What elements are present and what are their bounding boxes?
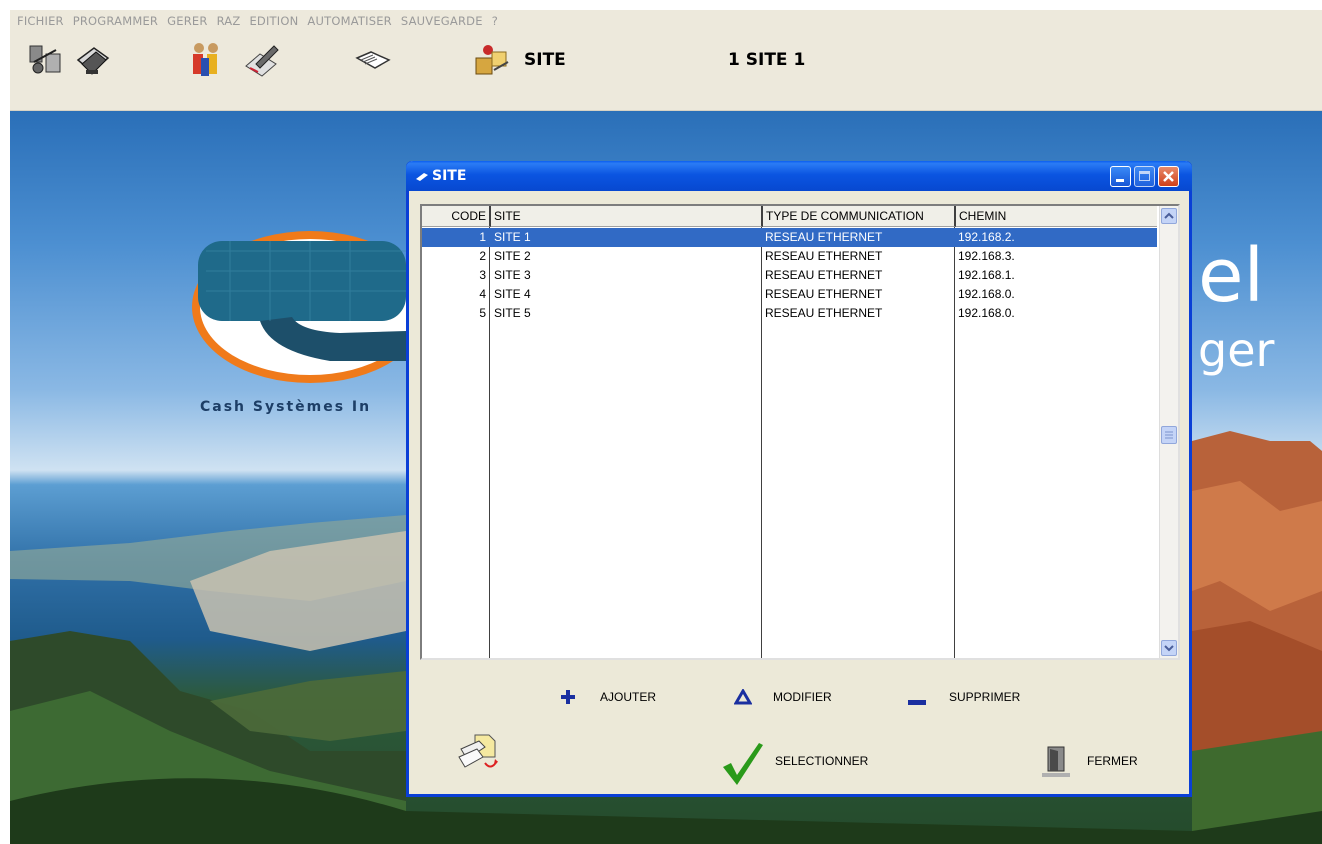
add-button[interactable]	[559, 688, 577, 711]
cell-type: RESEAU ETHERNET	[765, 230, 883, 244]
site-dialog: SITE CODE SITE TYPE DE COMMUNICATION CHE…	[406, 161, 1192, 797]
network-config-icon[interactable]	[26, 40, 66, 80]
menu-help[interactable]: ?	[492, 14, 498, 28]
chevron-up-icon	[1164, 212, 1174, 219]
book-icon[interactable]	[353, 40, 393, 80]
minimize-icon	[1116, 179, 1124, 182]
grip-icon	[1165, 431, 1173, 439]
scroll-up-button[interactable]	[1161, 208, 1177, 224]
column-header-site[interactable]: SITE	[491, 206, 763, 227]
cell-path: 192.168.1.	[958, 268, 1015, 282]
scroll-thumb[interactable]	[1161, 426, 1177, 444]
cell-code: 5	[479, 306, 486, 320]
modify-button[interactable]	[733, 688, 753, 710]
edit-pencil-icon[interactable]	[242, 40, 282, 80]
chevron-down-icon	[1164, 645, 1174, 652]
table-row[interactable]: 1 SITE 1 RESEAU ETHERNET 192.168.2.	[422, 228, 1157, 247]
cell-site: SITE 4	[494, 287, 531, 301]
toolbar-site-label[interactable]: SITE	[524, 50, 566, 70]
close-window-button[interactable]	[1158, 166, 1179, 187]
cell-path: 192.168.3.	[958, 249, 1015, 263]
select-label[interactable]: SELECTIONNER	[775, 754, 868, 768]
cell-path: 192.168.0.	[958, 306, 1015, 320]
add-label[interactable]: AJOUTER	[600, 690, 656, 704]
menu-fichier[interactable]: FICHIER	[17, 14, 64, 28]
dialog-title-icon	[416, 173, 428, 181]
vertical-scrollbar[interactable]	[1159, 206, 1178, 658]
menu-automatiser[interactable]: AUTOMATISER	[307, 14, 391, 28]
maximize-icon	[1139, 171, 1150, 181]
cell-code: 2	[479, 249, 486, 263]
menu-programmer[interactable]: PROGRAMMER	[73, 14, 158, 28]
menu-edition[interactable]: EDITION	[249, 14, 298, 28]
minimize-button[interactable]	[1110, 166, 1131, 187]
cell-site: SITE 1	[494, 230, 531, 244]
cell-type: RESEAU ETHERNET	[765, 306, 883, 320]
close-dialog-button[interactable]	[1040, 745, 1070, 784]
table-row[interactable]: 3 SITE 3 RESEAU ETHERNET 192.168.1.	[422, 266, 1157, 285]
toolbar: SITE 1 SITE 1	[10, 32, 1322, 111]
printer-icon[interactable]	[72, 40, 112, 80]
dialog-title: SITE	[432, 168, 467, 184]
cell-type: RESEAU ETHERNET	[765, 287, 883, 301]
site-icon[interactable]	[472, 40, 512, 80]
app-window: FICHIER PROGRAMMER GERER RAZ EDITION AUT…	[10, 10, 1322, 844]
door-icon	[1042, 746, 1070, 777]
cell-code: 3	[479, 268, 486, 282]
cell-site: SITE 5	[494, 306, 531, 320]
export-folders-button[interactable]	[455, 731, 503, 780]
modify-label[interactable]: MODIFIER	[773, 690, 832, 704]
minus-icon	[908, 700, 926, 705]
checkmark-icon	[723, 743, 763, 785]
cell-code: 1	[479, 230, 486, 244]
close-label[interactable]: FERMER	[1087, 754, 1138, 768]
table-row[interactable]: 5 SITE 5 RESEAU ETHERNET 192.168.0.	[422, 304, 1157, 323]
delete-label[interactable]: SUPPRIMER	[949, 690, 1020, 704]
cell-site: SITE 3	[494, 268, 531, 282]
cell-code: 4	[479, 287, 486, 301]
menu-gerer[interactable]: GERER	[167, 14, 207, 28]
menu-raz[interactable]: RAZ	[217, 14, 241, 28]
menu-bar: FICHIER PROGRAMMER GERER RAZ EDITION AUT…	[10, 10, 1322, 32]
menu-sauvegarde[interactable]: SAUVEGARDE	[401, 14, 483, 28]
scroll-down-button[interactable]	[1161, 640, 1177, 656]
cell-path: 192.168.0.	[958, 287, 1015, 301]
plus-icon	[561, 690, 575, 704]
brand-right-top: el	[1198, 233, 1265, 319]
column-header-path[interactable]: CHEMIN	[956, 206, 1157, 227]
table-row[interactable]: 2 SITE 2 RESEAU ETHERNET 192.168.3.	[422, 247, 1157, 266]
close-icon	[1163, 171, 1174, 182]
brand-tagline: Cash Systèmes In	[200, 399, 372, 415]
maximize-button[interactable]	[1134, 166, 1155, 187]
users-icon[interactable]	[187, 40, 227, 80]
sites-table[interactable]: CODE SITE TYPE DE COMMUNICATION CHEMIN 1…	[420, 204, 1180, 660]
delete-button[interactable]	[907, 694, 927, 712]
cell-type: RESEAU ETHERNET	[765, 249, 883, 263]
column-header-type[interactable]: TYPE DE COMMUNICATION	[763, 206, 956, 227]
column-header-code[interactable]: CODE	[422, 206, 491, 227]
current-site-label: 1 SITE 1	[728, 50, 806, 70]
cell-path: 192.168.2.	[958, 230, 1015, 244]
cell-site: SITE 2	[494, 249, 531, 263]
brand-right-bottom: ger	[1198, 323, 1275, 377]
folders-icon	[458, 734, 498, 768]
select-button[interactable]	[721, 741, 765, 792]
triangle-up-icon	[733, 688, 753, 705]
cell-type: RESEAU ETHERNET	[765, 268, 883, 282]
dialog-titlebar[interactable]: SITE	[406, 161, 1192, 191]
table-row[interactable]: 4 SITE 4 RESEAU ETHERNET 192.168.0.	[422, 285, 1157, 304]
